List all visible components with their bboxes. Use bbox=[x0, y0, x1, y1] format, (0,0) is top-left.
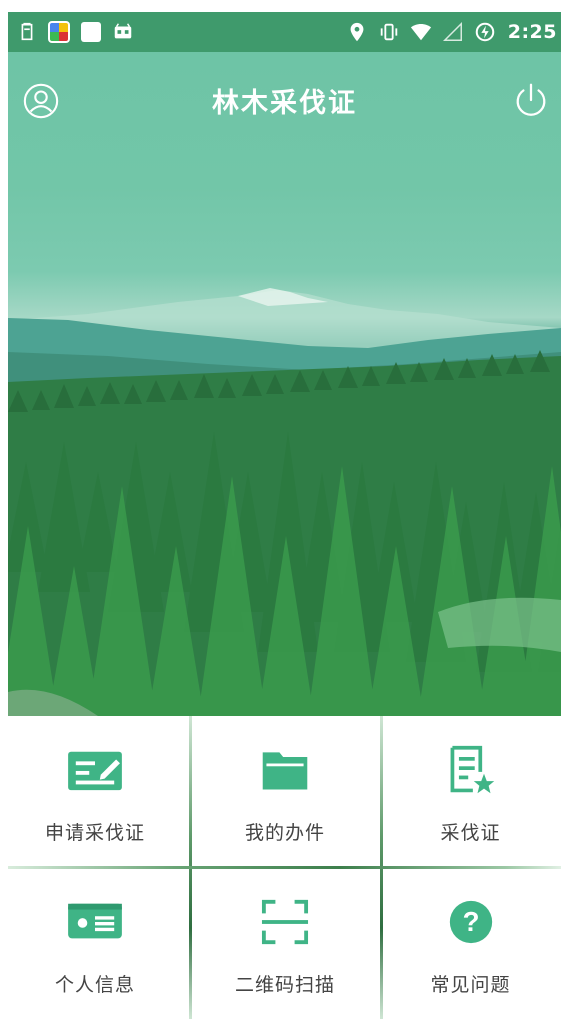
menu-my-cases[interactable]: 我的办件 bbox=[190, 716, 380, 870]
qr-scan-icon bbox=[253, 894, 317, 950]
android-cat-icon bbox=[112, 21, 134, 43]
svg-text:?: ? bbox=[462, 906, 479, 937]
white-app-icon bbox=[80, 21, 102, 43]
page-title: 林木采伐证 bbox=[212, 87, 357, 119]
menu-apply-certificate-label: 申请采伐证 bbox=[44, 822, 145, 844]
folder-icon bbox=[253, 742, 317, 798]
menu-qr-scan[interactable]: 二维码扫描 bbox=[190, 870, 380, 1019]
location-icon bbox=[346, 21, 368, 43]
clipboard-icon bbox=[16, 21, 38, 43]
apply-certificate-icon bbox=[63, 742, 127, 798]
menu-certificate-label: 采伐证 bbox=[440, 822, 501, 844]
menu-personal-info-label: 个人信息 bbox=[54, 974, 135, 996]
header-bar: 林木采伐证 bbox=[8, 52, 561, 152]
power-icon bbox=[516, 83, 546, 116]
status-time: 2:25 bbox=[507, 21, 557, 43]
profile-button[interactable] bbox=[22, 82, 60, 120]
certificate-star-icon bbox=[439, 742, 503, 798]
menu-qr-scan-label: 二维码扫描 bbox=[234, 974, 335, 996]
battery-charging-icon bbox=[474, 21, 496, 43]
menu-personal-info[interactable]: 个人信息 bbox=[0, 870, 190, 1019]
menu-faq-label: 常见问题 bbox=[430, 974, 511, 996]
menu-certificate[interactable]: 采伐证 bbox=[380, 716, 561, 870]
status-left-icons bbox=[16, 21, 134, 43]
grid-divider bbox=[8, 866, 561, 869]
app-screen: 2:25 林木采伐证 申请采伐证 我的办件 采伐证 个人信息 二维码扫描 ? 常… bbox=[0, 0, 561, 1019]
colorful-app-icon bbox=[48, 21, 70, 43]
id-card-icon bbox=[63, 894, 127, 950]
signal-icon bbox=[442, 21, 464, 43]
menu-faq[interactable]: ? 常见问题 bbox=[380, 870, 561, 1019]
logout-button[interactable] bbox=[511, 80, 551, 120]
status-right-icons: 2:25 bbox=[346, 21, 557, 43]
menu-my-cases-label: 我的办件 bbox=[244, 822, 325, 844]
status-bar: 2:25 bbox=[8, 12, 561, 52]
hero-banner: 林木采伐证 bbox=[8, 52, 561, 716]
help-question-icon: ? bbox=[439, 894, 503, 950]
wifi-icon bbox=[410, 21, 432, 43]
vibrate-icon bbox=[378, 21, 400, 43]
user-icon bbox=[23, 83, 59, 119]
menu-apply-certificate[interactable]: 申请采伐证 bbox=[0, 716, 190, 870]
